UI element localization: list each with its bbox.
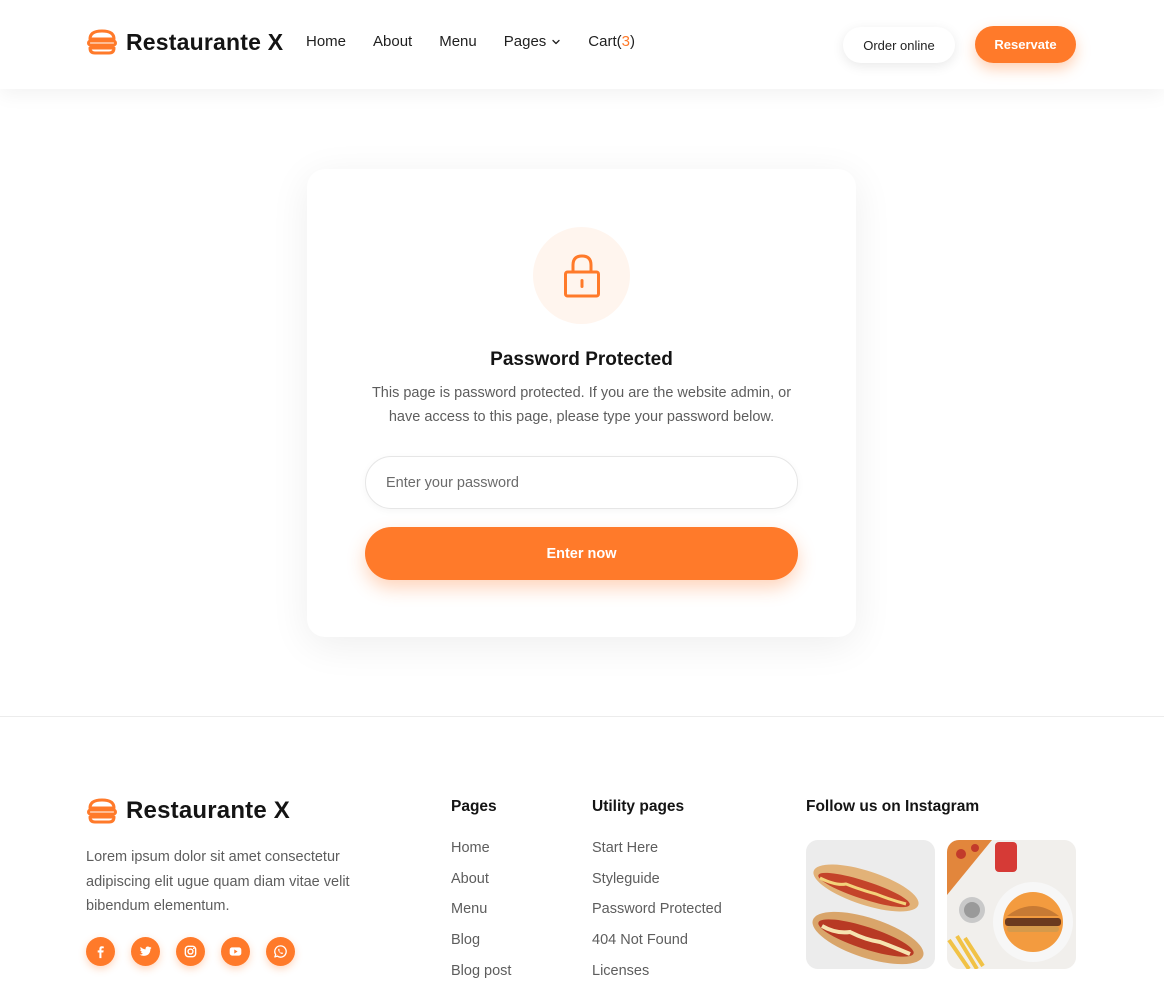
- page-title: Password Protected: [490, 349, 673, 370]
- social-links: [86, 937, 295, 966]
- burger-logo-icon: [87, 798, 117, 824]
- footer-utility-title: Utility pages: [592, 798, 685, 815]
- footer-pages-column: Pages Home About Menu Blog Blog post: [451, 798, 511, 981]
- footer-instagram-title: Follow us on Instagram: [806, 798, 980, 815]
- footer-link-about[interactable]: About: [451, 871, 511, 902]
- enter-now-button[interactable]: Enter now: [365, 527, 798, 580]
- footer-link-start-here[interactable]: Start Here: [592, 840, 722, 871]
- footer-link-licenses[interactable]: Licenses: [592, 963, 722, 981]
- main-nav: Home About Menu Pages Cart(3): [306, 33, 662, 50]
- brand-name: Restaurante X: [126, 28, 284, 55]
- footer-divider: [0, 716, 1164, 717]
- youtube-icon: [229, 947, 242, 956]
- footer-link-blog-post[interactable]: Blog post: [451, 963, 511, 981]
- nav-home[interactable]: Home: [306, 33, 346, 50]
- burger-and-pizza-photo: [947, 840, 1076, 969]
- twitter-icon: [139, 946, 152, 956]
- order-online-button[interactable]: Order online: [843, 27, 955, 63]
- footer-instagram-column: Follow us on Instagram: [806, 798, 1076, 969]
- nav-menu[interactable]: Menu: [439, 33, 477, 50]
- chevron-down-icon: [552, 39, 560, 44]
- instagram-link[interactable]: [176, 937, 205, 966]
- footer-link-styleguide[interactable]: Styleguide: [592, 871, 722, 902]
- nav-pages-label: Pages: [503, 33, 547, 50]
- footer-link-password-protected[interactable]: Password Protected: [592, 901, 722, 932]
- nav-about[interactable]: About: [373, 33, 412, 50]
- youtube-link[interactable]: [221, 937, 250, 966]
- whatsapp-link[interactable]: [266, 937, 295, 966]
- burger-logo-icon: [87, 29, 117, 55]
- footer-utility-column: Utility pages Start Here Styleguide Pass…: [592, 798, 722, 981]
- footer-link-menu[interactable]: Menu: [451, 901, 511, 932]
- site-header: Restaurante X Home About Menu Pages Cart…: [0, 0, 1164, 89]
- footer-link-404[interactable]: 404 Not Found: [592, 932, 722, 963]
- footer-link-blog[interactable]: Blog: [451, 932, 511, 963]
- page-description: This page is password protected. If you …: [371, 385, 792, 425]
- lock-icon-badge: [533, 227, 630, 324]
- footer-description: Lorem ipsum dolor sit amet consectetur a…: [86, 849, 350, 914]
- password-input[interactable]: [365, 456, 798, 509]
- facebook-link[interactable]: [86, 937, 115, 966]
- cart-count: 3: [621, 33, 630, 50]
- reservate-button[interactable]: Reservate: [975, 26, 1076, 63]
- instagram-icon: [184, 945, 197, 958]
- password-card: Password Protected This page is password…: [307, 169, 856, 637]
- lock-icon: [563, 253, 600, 297]
- nav-pages-dropdown[interactable]: Pages: [504, 33, 562, 50]
- cart-label: Cart(: [588, 33, 622, 50]
- footer-brand-logo[interactable]: Restaurante X: [86, 797, 290, 825]
- facebook-icon: [97, 946, 104, 959]
- brand-logo[interactable]: Restaurante X: [86, 28, 283, 56]
- instagram-photo-burger-pizza[interactable]: [947, 840, 1076, 969]
- hot-dog-photo: [806, 840, 935, 969]
- whatsapp-icon: [274, 945, 287, 958]
- cart-label-close: ): [629, 33, 635, 50]
- nav-cart[interactable]: Cart(3): [588, 33, 635, 50]
- twitter-link[interactable]: [131, 937, 160, 966]
- footer-pages-title: Pages: [451, 798, 497, 815]
- footer-brand-name: Restaurante X: [126, 797, 290, 824]
- instagram-photo-hot-dog[interactable]: [806, 840, 935, 969]
- footer-link-home[interactable]: Home: [451, 840, 511, 871]
- instagram-grid: [806, 840, 1076, 969]
